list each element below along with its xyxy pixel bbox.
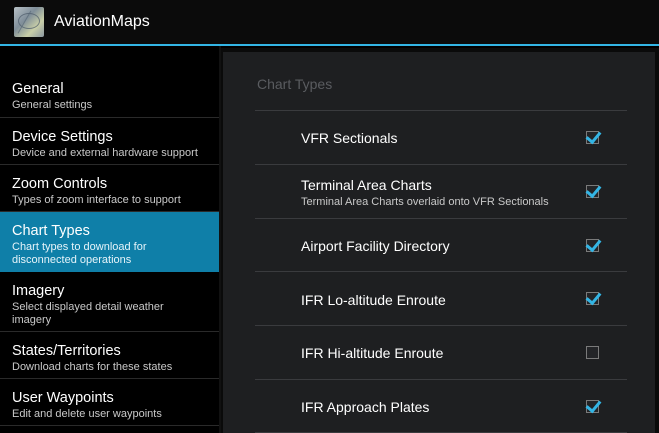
header-summary: Device and external hardware support [12,147,198,159]
pref-title: IFR Hi-altitude Enroute [301,345,444,361]
header-item-device-settings[interactable]: Device Settings Device and external hard… [0,118,219,165]
pref-ifr-lo-altitude-enroute[interactable]: IFR Lo-altitude Enroute [255,272,627,326]
header-summary: Types of zoom interface to support [12,194,181,206]
vfr-sectionals-checkbox[interactable] [586,131,599,144]
header-summary: Select displayed detail weather imagery [12,301,164,326]
header-item-imagery[interactable]: Imagery Select displayed detail weather … [0,272,219,332]
action-bar: AviationMaps [0,0,659,46]
header-summary: Download charts for these states [12,361,173,373]
pref-airport-facility-directory[interactable]: Airport Facility Directory [255,219,627,272]
header-item-states-territories[interactable]: States/Territories Download charts for t… [0,332,219,379]
pref-title: IFR Lo-altitude Enroute [301,292,446,308]
header-item-zoom-controls[interactable]: Zoom Controls Types of zoom interface to… [0,165,219,212]
header-summary: General settings [12,99,93,111]
preferences-panel-inner: Chart Types VFR Sectionals Terminal Area… [223,52,655,433]
pref-title: Airport Facility Directory [301,238,450,254]
header-title: General [12,81,64,97]
airport-facility-directory-checkbox[interactable] [586,239,599,252]
terminal-area-charts-checkbox[interactable] [586,185,599,198]
header-title: Zoom Controls [12,176,108,192]
header-title: Imagery [12,283,65,299]
pref-title: IFR Approach Plates [301,399,430,415]
ifr-lo-altitude-enroute-checkbox[interactable] [586,292,599,305]
preferences-panel: Chart Types VFR Sectionals Terminal Area… [221,48,659,433]
app-map-icon[interactable] [14,7,44,37]
header-title: States/Territories [12,343,121,359]
header-summary: Chart types to download for disconnected… [12,241,147,266]
header-item-chart-types[interactable]: Chart Types Chart types to download for … [0,212,219,272]
header-title: Chart Types [12,223,90,239]
pref-summary: Terminal Area Charts overlaid onto VFR S… [301,196,549,208]
pref-terminal-area-charts[interactable]: Terminal Area Charts Terminal Area Chart… [255,165,627,219]
pref-title: Terminal Area Charts [301,177,432,193]
header-title: Device Settings [12,129,113,145]
header-title: User Waypoints [12,390,114,406]
ifr-hi-altitude-enroute-checkbox[interactable] [586,346,599,359]
pref-ifr-approach-plates[interactable]: IFR Approach Plates [255,380,627,433]
ifr-approach-plates-checkbox[interactable] [586,400,599,413]
pref-title: VFR Sectionals [301,130,398,146]
app-title: AviationMaps [54,13,150,30]
category-title: Chart Types [257,76,333,92]
settings-headers-list: General General settings Device Settings… [0,70,219,426]
pref-ifr-hi-altitude-enroute[interactable]: IFR Hi-altitude Enroute [255,326,627,380]
header-summary: Edit and delete user waypoints [12,408,162,420]
header-item-general[interactable]: General General settings [0,70,219,118]
pref-vfr-sectionals[interactable]: VFR Sectionals [255,111,627,165]
header-item-user-waypoints[interactable]: User Waypoints Edit and delete user wayp… [0,379,219,426]
